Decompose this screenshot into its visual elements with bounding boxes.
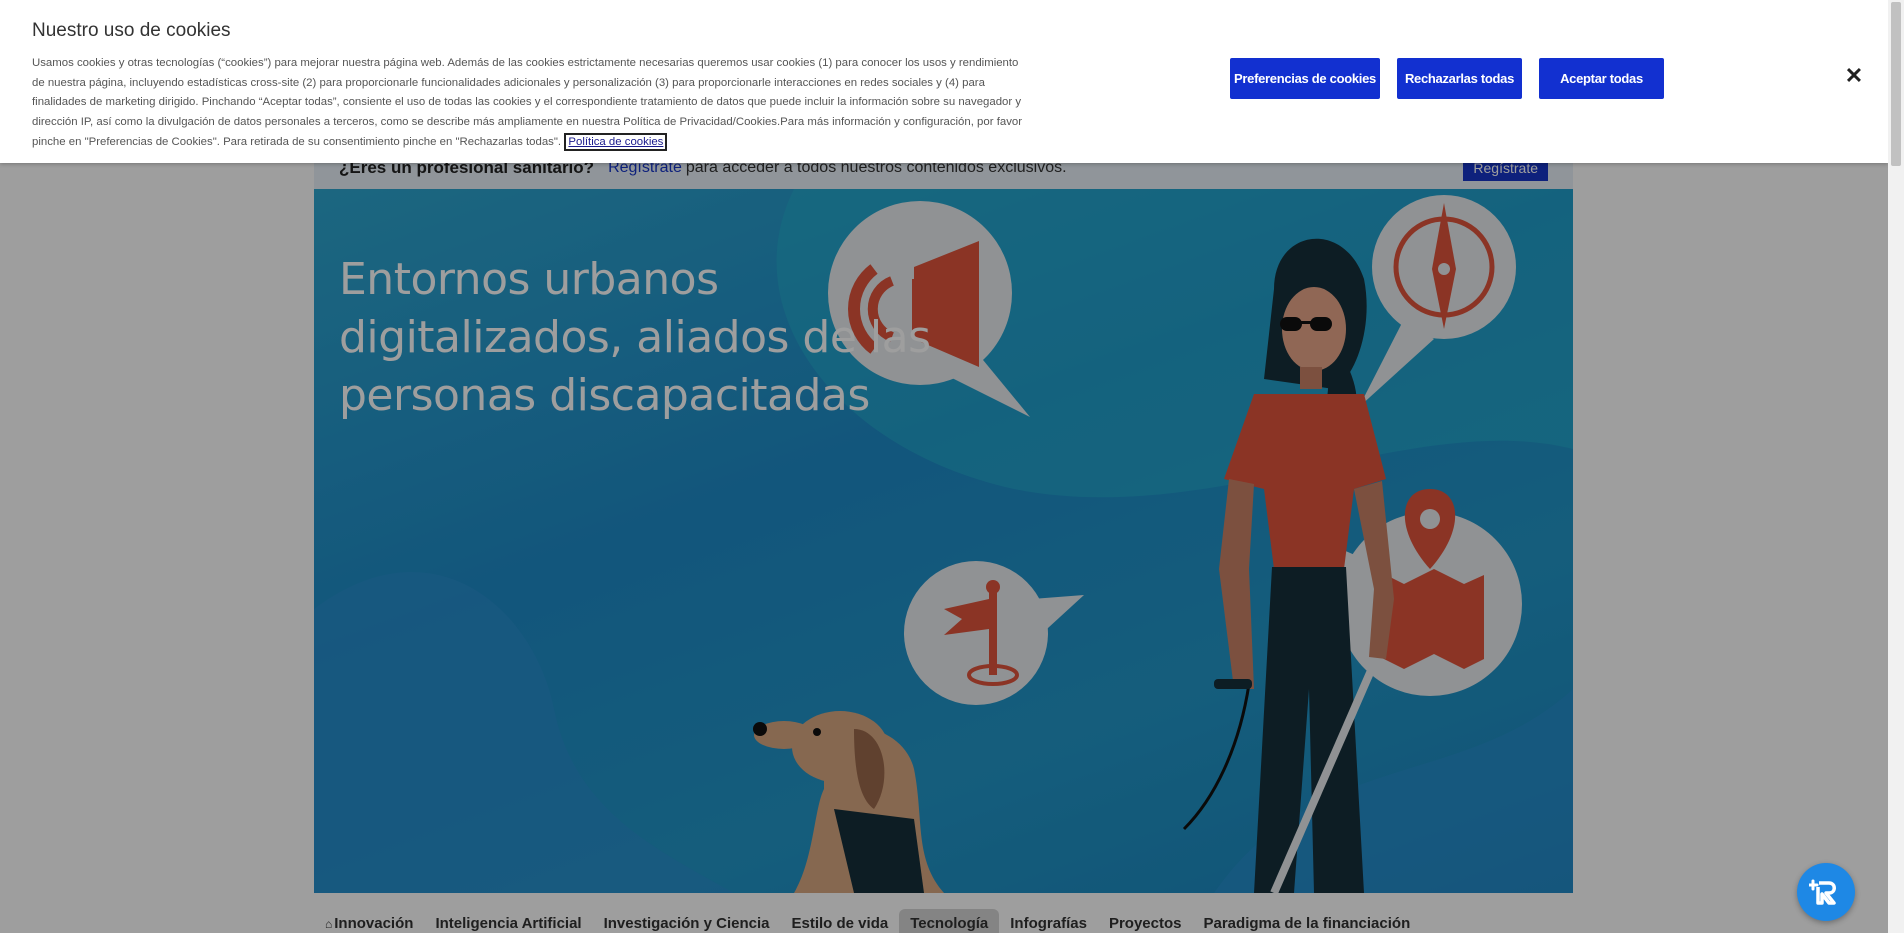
cookie-banner-text: Usamos cookies y otras tecnologías (“coo… [32, 54, 1022, 153]
cookie-policy-link[interactable]: Política de cookies [564, 132, 668, 151]
accessibility-widget-button[interactable] [1797, 863, 1855, 921]
cookie-preferences-button[interactable]: Preferencias de cookies [1230, 58, 1380, 99]
scrollbar[interactable] [1888, 0, 1904, 933]
cookie-banner: Nuestro uso de cookies Usamos cookies y … [0, 0, 1888, 163]
cookie-banner-title: Nuestro uso de cookies [32, 20, 231, 41]
scrollbar-thumb[interactable] [1891, 2, 1901, 166]
accept-all-button[interactable]: Aceptar todas [1539, 58, 1664, 99]
reject-all-button[interactable]: Rechazarlas todas [1397, 58, 1522, 99]
accessibility-icon [1809, 879, 1836, 905]
close-icon[interactable]: ✕ [1842, 64, 1866, 88]
cookie-description: Usamos cookies y otras tecnologías (“coo… [32, 57, 1023, 148]
